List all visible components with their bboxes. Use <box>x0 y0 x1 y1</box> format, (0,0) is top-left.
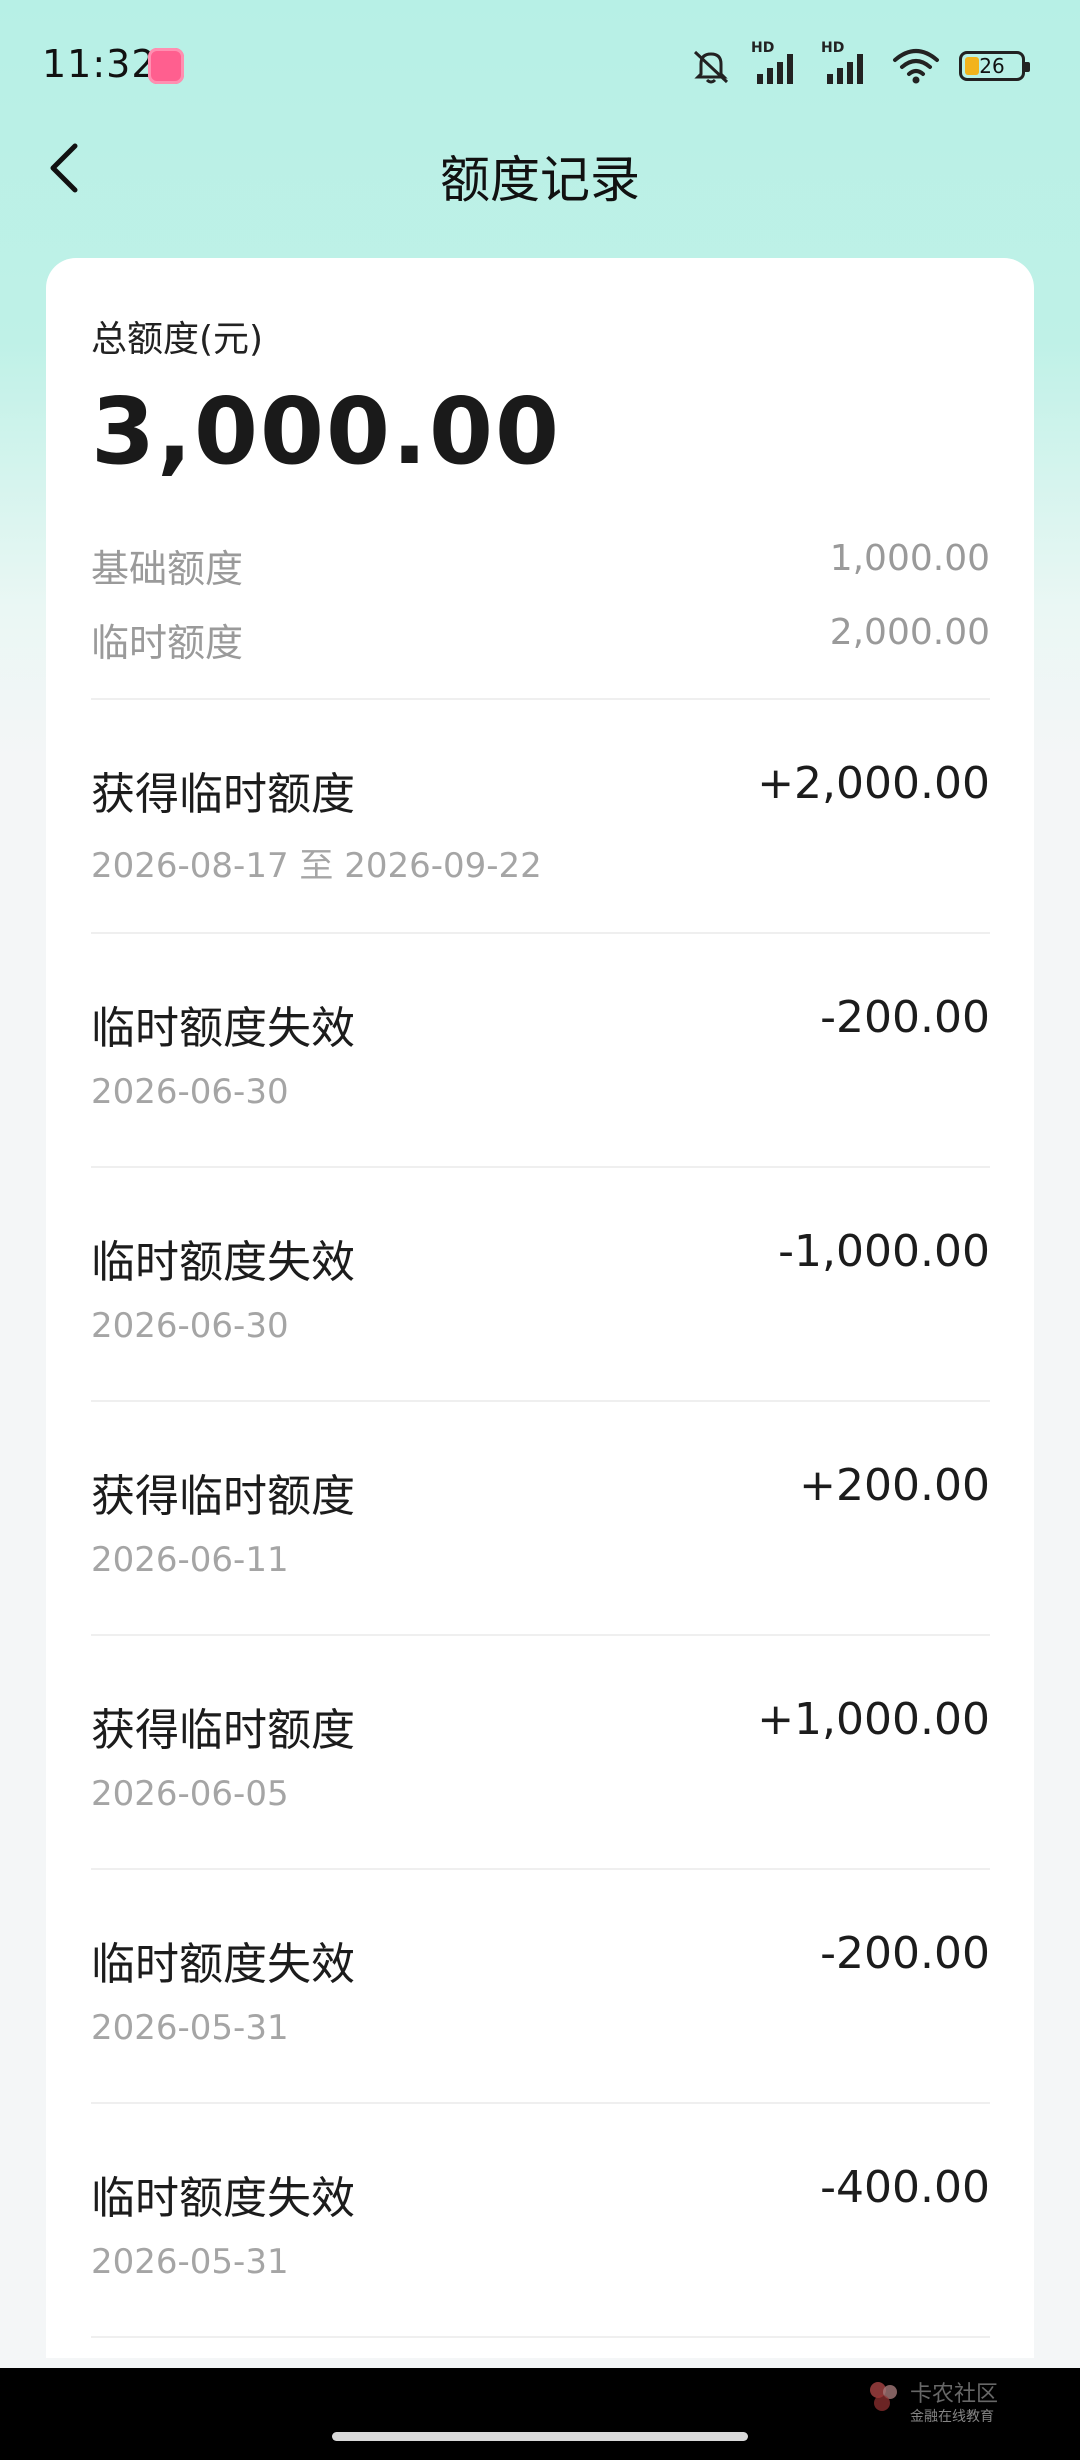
total-quota-amount: 3,000.00 <box>91 378 561 485</box>
record-amount: -200.00 <box>820 1928 990 1979</box>
record-date: 2026-05-31 <box>91 2008 289 2048</box>
list-item[interactable]: 临时额度失效 -1,000.00 2026-06-30 <box>91 1166 990 1400</box>
record-title: 获得临时额度 <box>91 1705 355 1756</box>
battery-level: 26 <box>979 54 1005 78</box>
status-icons: HD HD 26 <box>689 40 1030 86</box>
watermark-logo-icon <box>866 2378 902 2414</box>
watermark-name: 卡农社区 <box>910 2382 999 2407</box>
list-item-divider <box>91 2336 990 2338</box>
quota-record-list: 获得临时额度 +2,000.00 2026-08-17 至 2026-09-22… <box>91 698 990 2338</box>
temp-quota-value: 2,000.00 <box>829 612 990 653</box>
list-item[interactable]: 临时额度失效 -200.00 2026-05-31 <box>91 1868 990 2102</box>
status-time: 11:32 <box>42 42 157 86</box>
list-item[interactable]: 获得临时额度 +200.00 2026-06-11 <box>91 1400 990 1634</box>
record-title: 临时额度失效 <box>91 2173 355 2224</box>
page-header: 额度记录 <box>0 125 1080 215</box>
app-notification-icon <box>148 48 184 84</box>
battery-icon: 26 <box>959 51 1030 81</box>
record-title: 获得临时额度 <box>91 1471 355 1522</box>
record-amount: +1,000.00 <box>757 1694 990 1745</box>
basic-quota-row: 基础额度 1,000.00 <box>91 538 990 591</box>
basic-quota-value: 1,000.00 <box>829 538 990 579</box>
signal-icon: HD <box>751 40 803 86</box>
record-date: 2026-06-30 <box>91 1306 289 1346</box>
record-date: 2026-06-30 <box>91 1072 289 1112</box>
record-date: 2026-05-31 <box>91 2242 289 2282</box>
record-date: 2026-06-05 <box>91 1774 289 1814</box>
record-title: 获得临时额度 <box>91 769 355 820</box>
record-title: 临时额度失效 <box>91 1237 355 1288</box>
status-bar: 11:32 HD HD 26 <box>0 0 1080 135</box>
quota-summary: 总额度(元) 3,000.00 基础额度 1,000.00 临时额度 2,000… <box>91 258 990 698</box>
quota-card: 总额度(元) 3,000.00 基础额度 1,000.00 临时额度 2,000… <box>46 258 1034 2358</box>
record-title: 临时额度失效 <box>91 1003 355 1054</box>
temp-quota-row: 临时额度 2,000.00 <box>91 612 990 665</box>
basic-quota-label: 基础额度 <box>91 547 244 591</box>
signal-icon: HD <box>821 40 873 86</box>
list-item[interactable]: 临时额度失效 -400.00 2026-05-31 <box>91 2102 990 2336</box>
home-gesture-handle[interactable] <box>332 2432 748 2441</box>
record-amount: -1,000.00 <box>778 1226 990 1277</box>
total-quota-label: 总额度(元) <box>91 319 264 360</box>
list-item[interactable]: 获得临时额度 +1,000.00 2026-06-05 <box>91 1634 990 1868</box>
watermark: 卡农社区 金融在线教育 <box>860 2372 1060 2442</box>
list-item[interactable]: 临时额度失效 -200.00 2026-06-30 <box>91 932 990 1166</box>
list-item[interactable]: 获得临时额度 +2,000.00 2026-08-17 至 2026-09-22 <box>91 698 990 932</box>
record-date: 2026-08-17 至 2026-09-22 <box>91 846 542 886</box>
silent-icon <box>689 46 733 86</box>
record-amount: +2,000.00 <box>757 758 990 809</box>
temp-quota-label: 临时额度 <box>91 621 244 665</box>
watermark-tagline: 金融在线教育 <box>910 2409 994 2425</box>
record-date: 2026-06-11 <box>91 1540 289 1580</box>
record-amount: -400.00 <box>820 2162 990 2213</box>
record-title: 临时额度失效 <box>91 1939 355 1990</box>
record-amount: -200.00 <box>820 992 990 1043</box>
wifi-icon <box>891 46 941 86</box>
record-amount: +200.00 <box>799 1460 990 1511</box>
page-title: 额度记录 <box>440 151 640 209</box>
